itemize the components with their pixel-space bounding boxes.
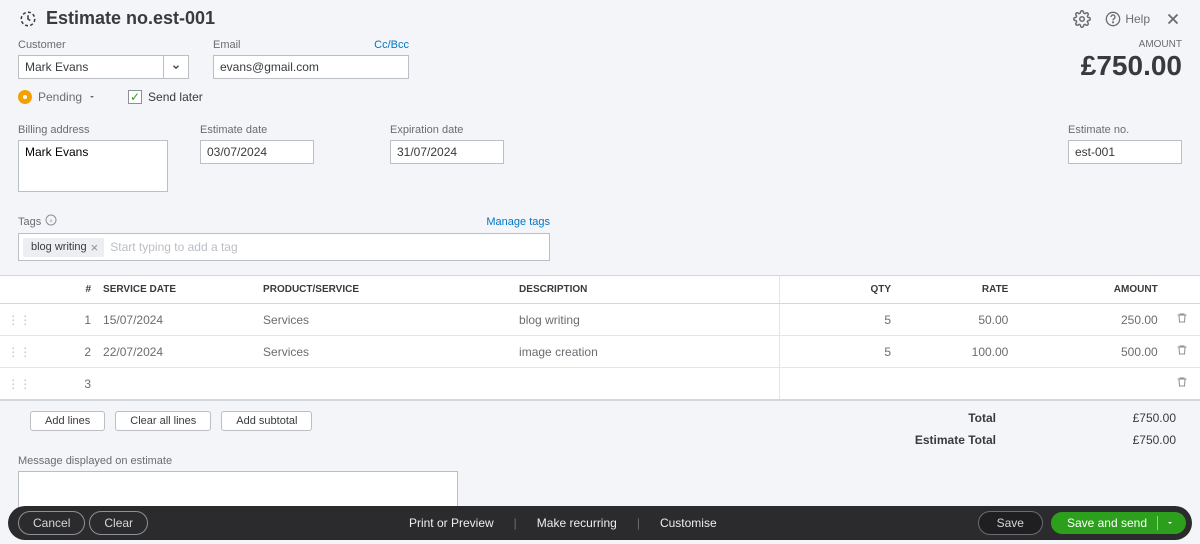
print-preview-link[interactable]: Print or Preview — [409, 516, 494, 530]
tags-placeholder: Start typing to add a tag — [110, 240, 237, 254]
estimate-no-label: Estimate no. — [1068, 124, 1182, 136]
col-product: PRODUCT/SERVICE — [257, 276, 513, 304]
page-title: Estimate no.est-001 — [46, 8, 1073, 29]
cell-service-date[interactable]: 15/07/2024 — [97, 304, 257, 336]
estimate-icon — [18, 9, 38, 29]
add-lines-button[interactable]: Add lines — [30, 411, 105, 431]
total-label: Total — [968, 411, 996, 425]
ccbcc-link[interactable]: Cc/Bcc — [374, 39, 409, 51]
cell-service-date[interactable] — [97, 368, 257, 401]
est-total-label: Estimate Total — [915, 433, 996, 447]
cell-qty[interactable]: 5 — [780, 336, 897, 368]
checkmark-icon: ✓ — [130, 91, 140, 103]
estimate-no-input[interactable] — [1068, 140, 1182, 164]
cell-product[interactable]: Services — [257, 304, 513, 336]
separator: | — [637, 516, 640, 530]
clear-button[interactable]: Clear — [89, 511, 148, 535]
estimate-date-input[interactable] — [200, 140, 314, 164]
cell-product[interactable] — [257, 368, 513, 401]
clear-lines-button[interactable]: Clear all lines — [115, 411, 211, 431]
cell-rate[interactable] — [897, 368, 1014, 401]
cell-qty[interactable] — [780, 368, 897, 401]
send-later-label: Send later — [148, 90, 203, 104]
customer-input[interactable] — [18, 55, 163, 79]
tag-chip-label: blog writing — [31, 241, 87, 253]
est-total-value: £750.00 — [1096, 433, 1176, 447]
tag-chip: blog writing × — [23, 238, 104, 257]
table-row[interactable]: ⋮⋮222/07/2024Servicesimage creation5100.… — [0, 336, 1200, 368]
drag-handle-icon[interactable]: ⋮⋮ — [0, 336, 38, 368]
save-and-send-dropdown[interactable] — [1157, 516, 1182, 530]
cell-amount[interactable]: 500.00 — [1014, 336, 1163, 368]
line-items-table: # SERVICE DATE PRODUCT/SERVICE DESCRIPTI… — [0, 276, 1200, 401]
customer-dropdown-toggle[interactable] — [163, 55, 189, 79]
gear-icon[interactable] — [1073, 10, 1091, 28]
billing-label: Billing address — [18, 124, 168, 136]
table-row[interactable]: ⋮⋮115/07/2024Servicesblog writing550.002… — [0, 304, 1200, 336]
cell-description[interactable]: blog writing — [513, 304, 780, 336]
estimate-date-label: Estimate date — [200, 124, 314, 136]
save-and-send-button[interactable]: Save and send — [1051, 512, 1186, 534]
chevron-down-icon — [171, 62, 181, 72]
cancel-button[interactable]: Cancel — [18, 511, 85, 535]
delete-row-icon[interactable] — [1164, 336, 1200, 368]
cell-description[interactable] — [513, 368, 780, 401]
cell-amount[interactable] — [1014, 368, 1163, 401]
bottom-bar: Cancel Clear Print or Preview | Make rec… — [8, 506, 1192, 540]
col-qty: QTY — [780, 276, 897, 304]
cell-amount[interactable]: 250.00 — [1014, 304, 1163, 336]
tags-label: Tags — [18, 216, 41, 228]
col-description: DESCRIPTION — [513, 276, 780, 304]
amount-value: £750.00 — [1081, 50, 1182, 82]
col-amount: AMOUNT — [1014, 276, 1163, 304]
cell-product[interactable]: Services — [257, 336, 513, 368]
save-and-send-label: Save and send — [1067, 516, 1147, 530]
status-dropdown[interactable]: Pending — [18, 90, 96, 104]
status-label: Pending — [38, 90, 82, 104]
email-label: Email — [213, 39, 241, 51]
tag-remove-icon[interactable]: × — [91, 240, 99, 255]
cell-num: 3 — [38, 368, 97, 401]
col-service-date: SERVICE DATE — [97, 276, 257, 304]
cell-num: 2 — [38, 336, 97, 368]
cell-rate[interactable]: 100.00 — [897, 336, 1014, 368]
drag-handle-icon[interactable]: ⋮⋮ — [0, 368, 38, 401]
help-label[interactable]: Help — [1125, 12, 1150, 26]
status-dot-icon — [18, 90, 32, 104]
tags-info-icon[interactable] — [45, 214, 57, 229]
customer-label: Customer — [18, 39, 189, 51]
amount-label: AMOUNT — [1081, 39, 1182, 50]
email-input[interactable] — [213, 55, 409, 79]
table-row[interactable]: ⋮⋮3 — [0, 368, 1200, 401]
total-value: £750.00 — [1096, 411, 1176, 425]
close-icon[interactable] — [1164, 10, 1182, 28]
make-recurring-link[interactable]: Make recurring — [537, 516, 617, 530]
expiration-date-input[interactable] — [390, 140, 504, 164]
save-button[interactable]: Save — [978, 511, 1043, 535]
delete-row-icon[interactable] — [1164, 368, 1200, 401]
customise-link[interactable]: Customise — [660, 516, 717, 530]
delete-row-icon[interactable] — [1164, 304, 1200, 336]
billing-address-input[interactable] — [18, 140, 168, 192]
col-rate: RATE — [897, 276, 1014, 304]
separator: | — [514, 516, 517, 530]
cell-service-date[interactable]: 22/07/2024 — [97, 336, 257, 368]
cell-qty[interactable]: 5 — [780, 304, 897, 336]
cell-num: 1 — [38, 304, 97, 336]
expiration-date-label: Expiration date — [390, 124, 504, 136]
add-subtotal-button[interactable]: Add subtotal — [221, 411, 312, 431]
send-later-checkbox[interactable]: ✓ — [128, 90, 142, 104]
cell-rate[interactable]: 50.00 — [897, 304, 1014, 336]
cell-description[interactable]: image creation — [513, 336, 780, 368]
caret-down-icon — [88, 93, 96, 101]
drag-handle-icon[interactable]: ⋮⋮ — [0, 304, 38, 336]
tags-input[interactable]: blog writing × Start typing to add a tag — [18, 233, 550, 261]
col-num: # — [38, 276, 97, 304]
message-label: Message displayed on estimate — [18, 455, 1182, 467]
caret-down-icon — [1166, 519, 1174, 527]
help-icon[interactable] — [1105, 11, 1121, 27]
manage-tags-link[interactable]: Manage tags — [486, 216, 550, 228]
